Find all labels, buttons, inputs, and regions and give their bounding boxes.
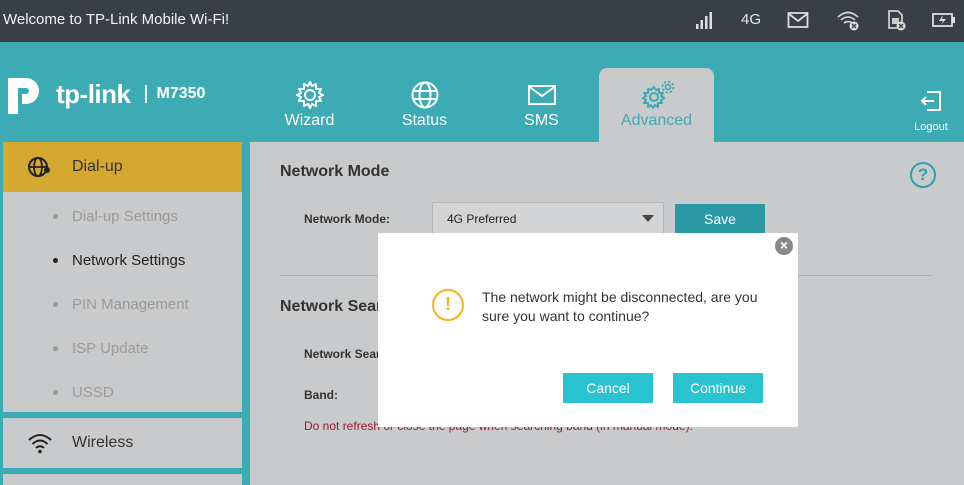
sidebar-item-wireless[interactable]: Wireless bbox=[3, 418, 242, 468]
sidebar-item-wireless-label: Wireless bbox=[72, 434, 134, 451]
tab-status[interactable]: Status bbox=[367, 68, 482, 142]
network-type: 4G bbox=[741, 11, 762, 28]
confirm-dialog: × ! The network might be disconnected, a… bbox=[378, 233, 798, 427]
bullet bbox=[53, 346, 58, 351]
network-mode-label: Network Mode: bbox=[304, 212, 391, 226]
sidebar-item-dialup[interactable]: Dial-up bbox=[3, 142, 242, 192]
band-label: Band: bbox=[304, 388, 338, 402]
sidebar-subitem-dialup-settings[interactable]: Dial-up Settings bbox=[72, 208, 178, 225]
tab-advanced[interactable]: Advanced bbox=[599, 68, 714, 142]
chevron-down-icon bbox=[642, 215, 654, 222]
sidebar-subitem-isp-update[interactable]: ISP Update bbox=[72, 340, 148, 357]
sim-off-icon bbox=[885, 9, 907, 31]
tab-sms-label: SMS bbox=[524, 112, 559, 129]
bullet bbox=[53, 258, 58, 263]
welcome-text: Welcome to TP-Link Mobile Wi-Fi! bbox=[3, 11, 230, 28]
gears-icon bbox=[642, 80, 675, 109]
bullet bbox=[53, 302, 58, 307]
sidebar-group-dialup: Dial-up Dial-up Settings Network Setting… bbox=[3, 142, 242, 412]
sidebar-group-next bbox=[3, 474, 242, 485]
network-search-title: Network Sear bbox=[280, 298, 383, 315]
network-mode-title: Network Mode bbox=[280, 163, 390, 180]
wifi-off-icon bbox=[836, 9, 860, 31]
globe-icon bbox=[411, 81, 439, 109]
logout-icon bbox=[920, 91, 941, 111]
network-search-label: Network Sear bbox=[304, 347, 381, 361]
wifi-icon bbox=[28, 434, 52, 454]
sidebar-subitem-pin-management[interactable]: PIN Management bbox=[72, 296, 189, 313]
logout-label: Logout bbox=[914, 121, 948, 133]
tab-status-label: Status bbox=[401, 112, 448, 129]
mail-icon[interactable] bbox=[787, 9, 809, 31]
sidebar-subitem-network-settings[interactable]: Network Settings bbox=[72, 252, 185, 269]
save-button[interactable]: Save bbox=[675, 204, 765, 234]
globe-gear-icon bbox=[28, 157, 50, 177]
bullet bbox=[53, 390, 58, 395]
cancel-button[interactable]: Cancel bbox=[563, 373, 653, 403]
network-mode-select[interactable]: 4G Preferred bbox=[432, 202, 664, 234]
tab-wizard[interactable]: Wizard bbox=[252, 68, 367, 142]
dialog-message: The network might be disconnected, are y… bbox=[482, 289, 758, 324]
gear-icon bbox=[296, 81, 324, 109]
signal-icon bbox=[694, 9, 714, 31]
envelope-icon bbox=[528, 85, 556, 105]
brand-name: tp-link bbox=[56, 78, 131, 109]
help-button[interactable]: ? bbox=[910, 162, 936, 188]
sidebar: Dial-up Dial-up Settings Network Setting… bbox=[0, 142, 250, 485]
close-icon[interactable]: × bbox=[775, 237, 793, 255]
logo-separator bbox=[144, 85, 147, 103]
tplink-logo[interactable]: tp-link M7350 bbox=[4, 72, 205, 116]
tab-advanced-label: Advanced bbox=[620, 112, 693, 129]
bullet bbox=[53, 214, 58, 219]
model-name: M7350 bbox=[156, 85, 206, 102]
header: tp-link M7350 Wizard Status SMS Advanced… bbox=[0, 42, 964, 142]
tplink-logo-icon bbox=[8, 78, 39, 114]
status-bar: Welcome to TP-Link Mobile Wi-Fi! 4G bbox=[0, 0, 964, 42]
continue-button[interactable]: Continue bbox=[673, 373, 763, 403]
sidebar-item-dialup-label: Dial-up bbox=[72, 158, 123, 175]
sidebar-subitem-ussd[interactable]: USSD bbox=[72, 384, 114, 401]
sidebar-group-wireless: Wireless bbox=[3, 418, 242, 468]
tab-sms[interactable]: SMS bbox=[484, 68, 599, 142]
battery-charging-icon bbox=[932, 9, 956, 31]
tab-wizard-label: Wizard bbox=[284, 112, 335, 129]
warning-icon: ! bbox=[432, 289, 464, 321]
network-mode-selected: 4G Preferred bbox=[447, 212, 517, 226]
logout-button[interactable]: Logout bbox=[910, 88, 952, 133]
